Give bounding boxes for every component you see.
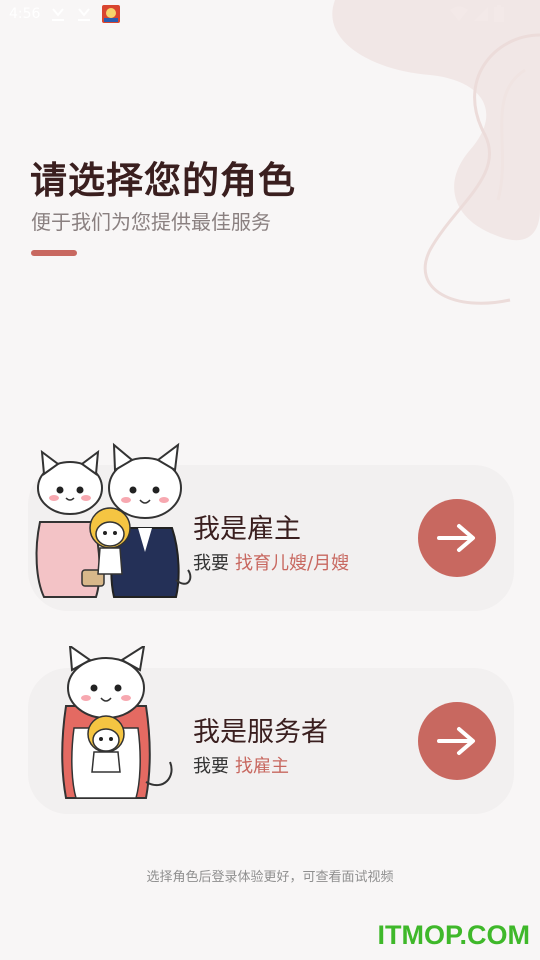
role-subtitle-provider: 我要 找雇主 <box>193 752 289 778</box>
cat-family-illustration <box>35 442 192 598</box>
watermark: ITMOP.COM <box>377 920 530 950</box>
role-sub-prefix: 我要 <box>193 553 229 574</box>
select-employer-button[interactable] <box>418 499 496 577</box>
page-title: 请选择您的角色 <box>30 159 296 202</box>
role-subtitle-employer: 我要 找育儿嫂/月嫂 <box>193 549 349 575</box>
download-icon <box>52 8 64 21</box>
status-notifications <box>50 5 120 23</box>
background-decoration <box>332 0 540 305</box>
status-time: 4:56 <box>9 6 41 22</box>
title-accent-bar <box>31 250 77 256</box>
download-icon <box>78 8 90 21</box>
role-title-employer: 我是雇主 <box>193 514 301 545</box>
role-card-provider[interactable]: 我是服务者 我要 找雇主 <box>28 646 514 814</box>
select-provider-button[interactable] <box>418 702 496 780</box>
app-icon <box>102 5 120 23</box>
role-card-employer[interactable]: 我是雇主 我要 找育儿嫂/月嫂 <box>28 442 514 611</box>
arrow-right-icon <box>437 524 475 552</box>
role-title-provider: 我是服务者 <box>193 717 328 748</box>
cat-nanny-illustration <box>61 646 173 799</box>
role-sub-prefix: 我要 <box>193 756 229 777</box>
role-sub-target: 找雇主 <box>235 756 289 777</box>
footer-hint: 选择角色后登录体验更好，可查看面试视频 <box>146 870 394 885</box>
role-sub-target: 找育儿嫂/月嫂 <box>235 553 350 574</box>
page-subtitle: 便于我们为您提供最佳服务 <box>31 210 271 234</box>
arrow-right-icon <box>437 727 475 755</box>
